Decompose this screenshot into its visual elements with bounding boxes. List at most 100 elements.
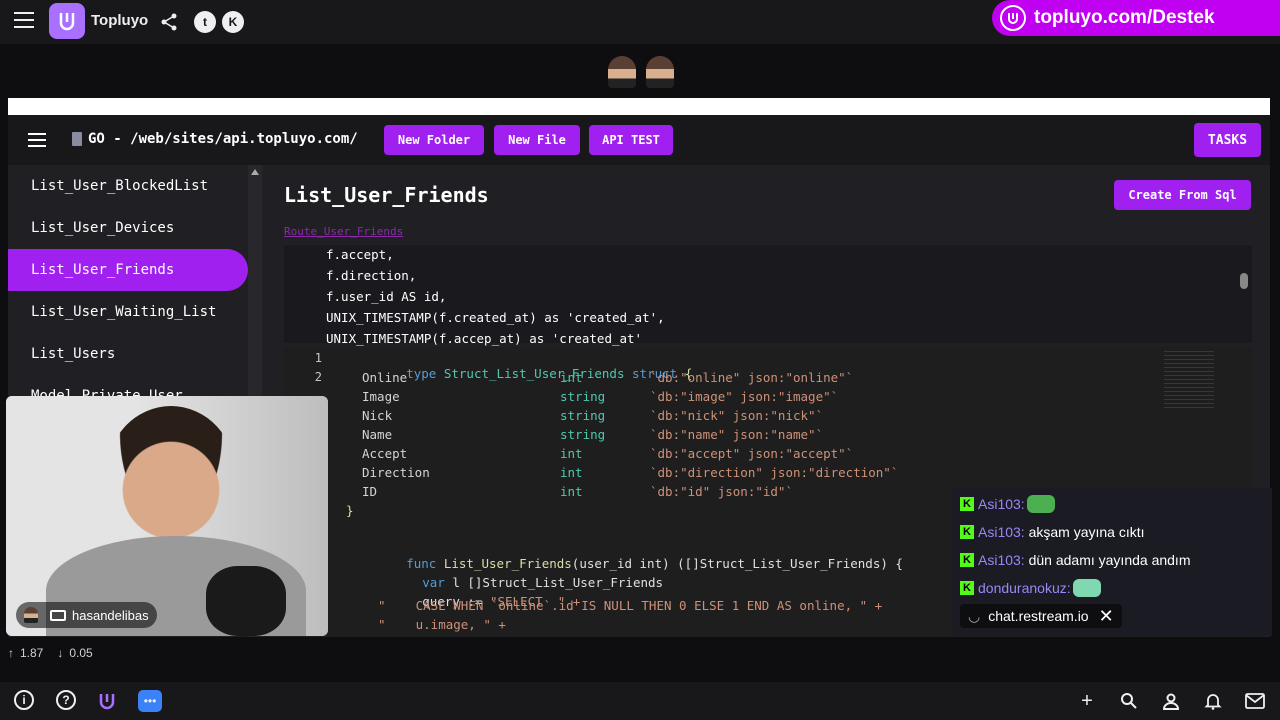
api-test-button[interactable]: API TEST bbox=[589, 125, 673, 155]
restream-label: chat.restream.io bbox=[988, 608, 1089, 624]
field-tag: `db:"accept" json:"accept"` bbox=[650, 446, 854, 461]
stream-stats: ↑ 1.87 ↓ 0.05 bbox=[8, 646, 93, 660]
plus-icon[interactable]: + bbox=[1076, 690, 1098, 712]
user-icon[interactable] bbox=[1160, 690, 1182, 712]
sidebar-item-list-user-blockedlist[interactable]: List_User_BlockedList bbox=[8, 165, 248, 207]
field-type: int bbox=[560, 465, 583, 480]
restream-bar: ◡ chat.restream.io ✕ bbox=[960, 604, 1122, 628]
avatar bbox=[24, 607, 38, 623]
field-name: Online bbox=[362, 370, 408, 385]
sql-line: UNIX_TIMESTAMP(f.created_at) as 'created… bbox=[326, 310, 665, 325]
streamer-head bbox=[106, 406, 236, 546]
help-icon[interactable]: ? bbox=[56, 690, 76, 710]
field-type: int bbox=[560, 484, 583, 499]
bell-icon[interactable] bbox=[1202, 690, 1224, 712]
book-icon bbox=[72, 132, 82, 146]
viewer-avatars bbox=[608, 56, 674, 88]
kick-icon: K bbox=[960, 497, 974, 511]
banner-text: topluyo.com/Destek bbox=[1034, 7, 1215, 28]
topluyo-icon[interactable] bbox=[96, 690, 118, 712]
create-from-sql-button[interactable]: Create From Sql bbox=[1114, 180, 1251, 210]
download-stat: 0.05 bbox=[69, 646, 93, 660]
mail-icon[interactable] bbox=[1244, 690, 1266, 712]
chat-username: Asi103: bbox=[978, 524, 1025, 540]
tasks-button[interactable]: TASKS bbox=[1194, 123, 1261, 157]
sql-line: f.user_id AS id, bbox=[326, 289, 447, 304]
new-file-button[interactable]: New File bbox=[494, 125, 580, 155]
field-name: Image bbox=[362, 389, 400, 404]
project-path: GO - /web/sites/api.topluyo.com/ bbox=[72, 131, 358, 147]
twitter-icon[interactable]: t bbox=[194, 11, 216, 33]
field-name: Nick bbox=[362, 408, 393, 423]
avatar bbox=[608, 56, 636, 88]
arrow-down-icon: ↓ bbox=[57, 646, 64, 660]
browser-bookmarks-strip bbox=[8, 98, 1270, 115]
brand-name[interactable]: Topluyo bbox=[91, 12, 148, 29]
upload-stat: 1.87 bbox=[20, 646, 44, 660]
sidebar-item-list-user-friends[interactable]: List_User_Friends bbox=[8, 249, 248, 291]
restream-icon: ◡ bbox=[968, 607, 981, 624]
chat-text: dün adamı yayında andım bbox=[1028, 552, 1191, 568]
chat-text: akşam yayına cıktı bbox=[1028, 524, 1145, 540]
field-tag: `db:"direction" json:"direction"` bbox=[650, 465, 899, 480]
close-icon[interactable]: ✕ bbox=[1099, 606, 1114, 627]
close-brace: } bbox=[346, 503, 354, 518]
kick-icon[interactable]: K bbox=[222, 11, 244, 33]
line-number: 1 bbox=[314, 351, 322, 365]
menu-icon[interactable] bbox=[28, 133, 46, 151]
code-line: " CASE WHEN `online`.id IS NULL THEN 0 E… bbox=[378, 598, 883, 613]
new-folder-button[interactable]: New Folder bbox=[384, 125, 484, 155]
field-tag: `db:"nick" json:"nick"` bbox=[650, 408, 824, 423]
path-text: GO - /web/sites/api.topluyo.com/ bbox=[88, 131, 358, 147]
chat-icon[interactable]: ••• bbox=[138, 690, 162, 712]
code-line: query := "SELECT " + bbox=[362, 579, 580, 609]
line-number: 2 bbox=[314, 370, 322, 384]
field-type: string bbox=[560, 427, 606, 442]
field-tag: `db:"id" json:"id"` bbox=[650, 484, 793, 499]
search-icon[interactable] bbox=[1118, 690, 1140, 712]
chat-username: donduranokuz: bbox=[978, 580, 1071, 596]
scroll-up-icon[interactable] bbox=[251, 169, 259, 175]
code-line: " u.image, " + bbox=[378, 617, 506, 632]
field-name: Accept bbox=[362, 446, 408, 461]
sidebar-item-list-users[interactable]: List_Users bbox=[8, 333, 248, 375]
webcam-overlay: hasandelibas bbox=[6, 396, 328, 636]
field-type: string bbox=[560, 408, 606, 423]
top-bar: Topluyo t K topluyo.com/Destek bbox=[0, 0, 1280, 44]
field-name: Name bbox=[362, 427, 393, 442]
field-type: int bbox=[560, 446, 583, 461]
sidebar-item-list-user-waiting-list[interactable]: List_User_Waiting_List bbox=[8, 291, 248, 333]
sidebar-item-list-user-devices[interactable]: List_User_Devices bbox=[8, 207, 248, 249]
topluyo-logo[interactable] bbox=[49, 3, 85, 39]
kick-icon: K bbox=[960, 553, 974, 567]
keyword: type bbox=[406, 366, 437, 381]
emote-icon bbox=[1072, 579, 1101, 597]
camera-icon bbox=[50, 609, 66, 621]
info-icon[interactable]: i bbox=[14, 690, 34, 710]
sql-editor[interactable]: f.accept, f.direction, f.user_id AS id, … bbox=[284, 245, 1252, 346]
sql-scrollbar[interactable] bbox=[1238, 247, 1250, 339]
type-name: Struct_List_User_Friends bbox=[443, 366, 625, 381]
emote-icon bbox=[1026, 495, 1055, 513]
field-name: Direction bbox=[362, 465, 430, 480]
field-tag: `db:"online" json:"online"` bbox=[650, 370, 854, 385]
sql-line: f.direction, bbox=[326, 268, 417, 283]
support-banner[interactable]: topluyo.com/Destek bbox=[992, 0, 1280, 36]
chat-username: Asi103: bbox=[978, 552, 1025, 568]
route-link[interactable]: Route_User_Friends bbox=[284, 225, 403, 238]
kick-icon: K bbox=[960, 525, 974, 539]
scroll-thumb[interactable] bbox=[1240, 273, 1248, 289]
chat-message: K Asi103: akşam yayına cıktı bbox=[960, 520, 1145, 544]
page-title: List_User_Friends bbox=[284, 183, 489, 207]
streamer-label: hasandelibas bbox=[16, 602, 157, 628]
chat-message: K donduranokuz: bbox=[960, 576, 1101, 600]
chat-username: Asi103: bbox=[978, 496, 1025, 512]
share-icon[interactable] bbox=[158, 11, 180, 33]
avatar bbox=[646, 56, 674, 88]
code-minimap[interactable] bbox=[1164, 351, 1214, 411]
sql-line: f.accept, bbox=[326, 247, 394, 262]
bottom-bar: i ? ••• + bbox=[0, 682, 1280, 720]
kick-icon: K bbox=[960, 581, 974, 595]
field-type: string bbox=[560, 389, 606, 404]
menu-icon[interactable] bbox=[14, 12, 34, 30]
